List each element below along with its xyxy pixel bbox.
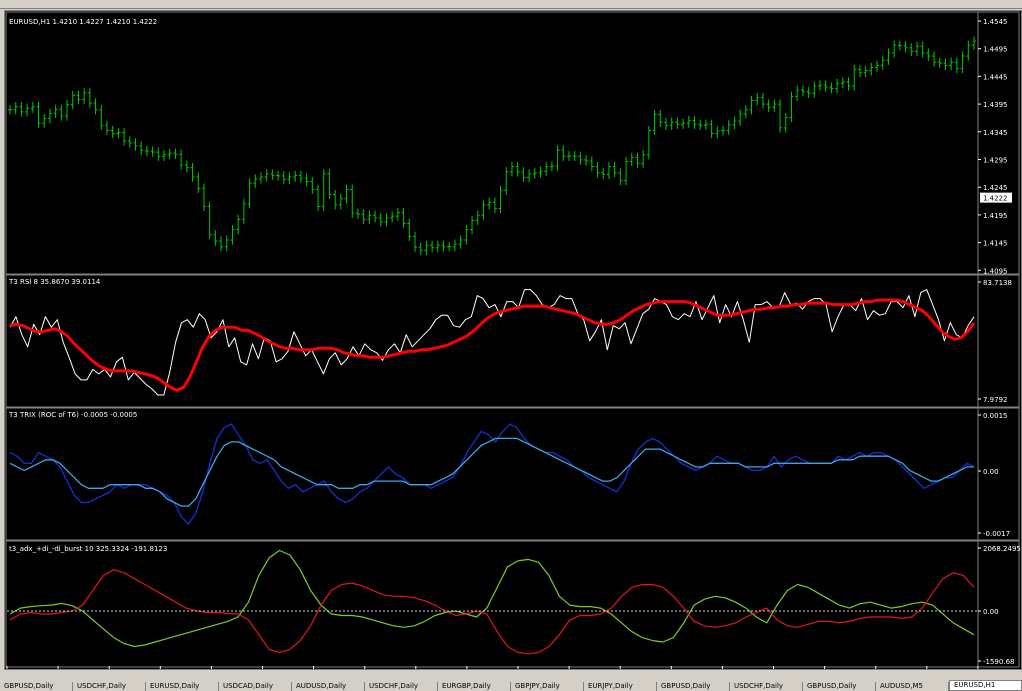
rsi-tick-label: 7.9792: [983, 396, 1008, 404]
pane-border: [5, 407, 1020, 541]
price-tick-label: 1.4195: [983, 212, 1008, 220]
pane-border: [5, 11, 1020, 275]
chart-tab[interactable]: GBPJPY,Daily: [511, 682, 584, 691]
chart-tab[interactable]: USDCAD,Daily: [219, 682, 292, 691]
chart-tab[interactable]: EURUSD,H1: [949, 680, 1022, 691]
chart-tab[interactable]: GBPUSD,Daily: [803, 682, 876, 691]
chart-tab[interactable]: GBPUSD,Daily: [657, 682, 730, 691]
trix-tick-label: 0.0015: [983, 412, 1008, 420]
adx-tick-label: 2068.2495: [983, 545, 1021, 553]
price-tick-label: 1.4495: [983, 46, 1008, 54]
rsi-tick-label: 83.7138: [983, 279, 1012, 287]
price-tick-label: 1.4545: [983, 18, 1008, 26]
toolbar-button[interactable]: [46, 0, 62, 7]
chart-tab[interactable]: AUDUSD,M5: [876, 682, 949, 691]
rsi-series-line: [9, 289, 975, 396]
rsi-pane[interactable]: 83.7138 7.9792: [9, 279, 1012, 404]
chart-tab[interactable]: USDCHF,Daily: [730, 682, 803, 691]
trix-series-line: [9, 423, 975, 525]
toolbar-button[interactable]: [26, 0, 42, 7]
chart-tab[interactable]: USDCHF,Daily: [73, 682, 146, 691]
price-tick-label: 1.4295: [983, 157, 1008, 165]
current-price-label: 1.4222: [983, 195, 1008, 203]
chart-canvas[interactable]: 1.4545 1.4495 1.4445 1.4395 1.4345 1.4295 1.42…: [5, 11, 1022, 683]
adx-tick-label: 0.00: [983, 608, 999, 616]
adx-series-line: [9, 549, 975, 648]
pane-border: [5, 274, 1020, 408]
price-tick-label: 1.4145: [983, 240, 1008, 248]
trix-tick-label: -0.0017: [983, 530, 1010, 538]
chart-tab[interactable]: EURJPY,Daily: [584, 682, 657, 691]
price-pane[interactable]: 1.4545 1.4495 1.4445 1.4395 1.4345 1.4295 1.42…: [8, 18, 1012, 275]
price-tick-label: 1.4245: [983, 184, 1008, 192]
chart-tab[interactable]: EURUSD,Daily: [146, 682, 219, 691]
chart-tab[interactable]: AUDUSD,Daily: [292, 682, 365, 691]
price-tick-label: 1.4445: [983, 73, 1008, 81]
chart-tab[interactable]: USDCHF,Daily: [365, 682, 438, 691]
price-pane-header: EURUSD,H1 1.4210 1.4227 1.4210 1.4222: [9, 18, 157, 26]
pane-border: [5, 540, 1020, 668]
chart-window[interactable]: 1.4545 1.4495 1.4445 1.4395 1.4345 1.4295 1.42…: [4, 10, 1022, 683]
adx-tick-label: -1590.68: [983, 658, 1014, 666]
price-tick-label: 1.4395: [983, 101, 1008, 109]
trix-series-line: [9, 437, 974, 507]
adx-pane[interactable]: 2068.2495 0.00 -1590.68: [7, 545, 1021, 666]
trix-pane-header: T3 TRIX (ROC of T6) -0.0005 -0.0005: [8, 411, 137, 419]
toolbar-button[interactable]: [6, 0, 22, 7]
price-tick-label: 1.4345: [983, 129, 1008, 137]
rsi-series-line: [9, 298, 976, 392]
adx-series-line: [9, 569, 975, 655]
price-tick-label: 1.4095: [983, 267, 1008, 275]
chart-tab[interactable]: EURGBP,Daily: [438, 682, 511, 691]
chart-tabs: GBPUSD,Daily USDCHF,Daily EURUSD,Daily USDC…: [0, 680, 1022, 691]
rsi-pane-header: T3 RSI 8 35.8670 39.0114: [8, 278, 101, 286]
toolbar: [0, 0, 1022, 9]
pane-borders: [5, 11, 1020, 668]
trix-tick-label: 0.00: [983, 468, 999, 476]
adx-pane-header: t3_adx_+di_-di_burst 10 325.3324 -191.81…: [9, 545, 167, 553]
trix-pane[interactable]: 0.0015 0.00 -0.0017: [9, 412, 1010, 538]
chart-tab[interactable]: GBPUSD,Daily: [0, 682, 73, 691]
